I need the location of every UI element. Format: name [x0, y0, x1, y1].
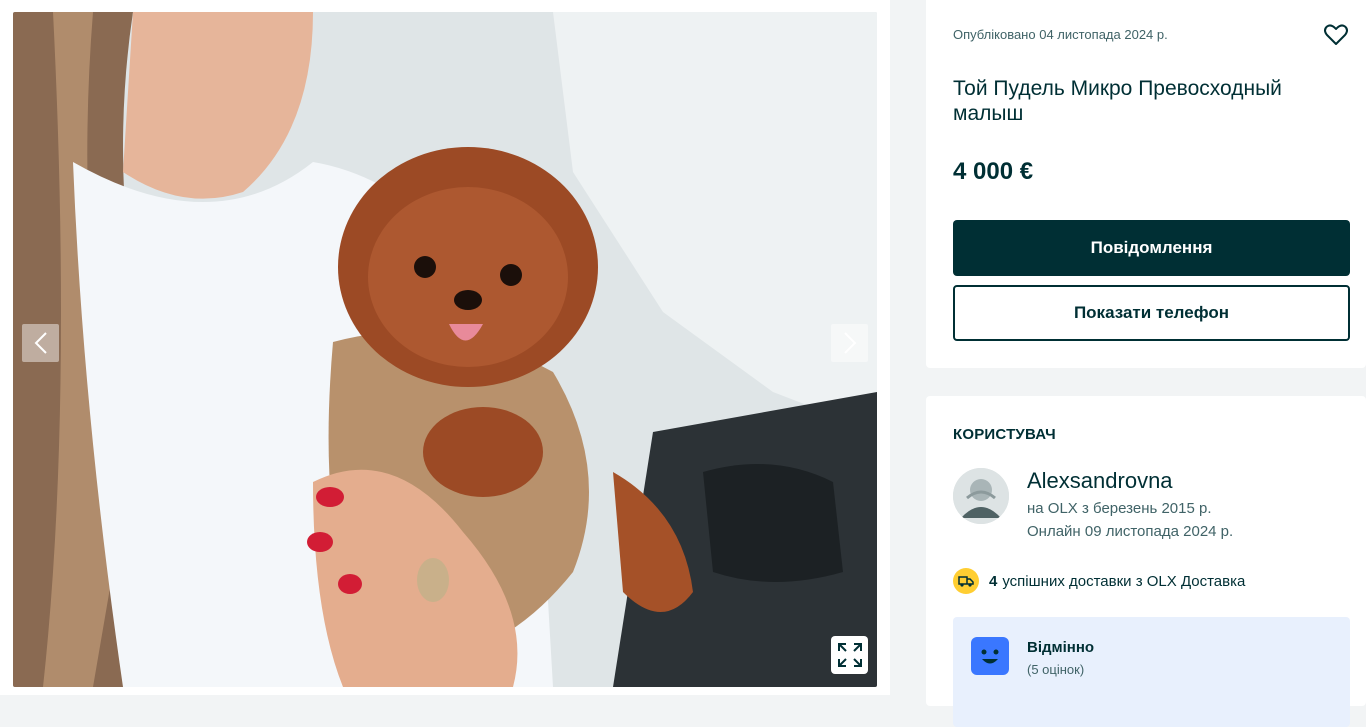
listing-photo[interactable]	[13, 12, 877, 687]
user-card: КОРИСТУВАЧ Alexsandrovna на OLX з березе…	[926, 396, 1366, 727]
delivery-text: успішних доставки з OLX Доставка	[1002, 572, 1246, 590]
chevron-left-icon	[34, 332, 47, 354]
next-photo-button[interactable]	[831, 324, 868, 362]
user-member-since: на OLX з березень 2015 р.	[1027, 500, 1212, 517]
listing-price: 4 000 €	[953, 158, 1034, 185]
avatar[interactable]	[953, 468, 1009, 524]
rating-box: Відмінно (5 оцінок)	[953, 617, 1350, 727]
fullscreen-button[interactable]	[831, 636, 868, 674]
user-heading: КОРИСТУВАЧ	[953, 426, 1056, 443]
user-last-online: Онлайн 09 листопада 2024 р.	[1027, 523, 1234, 540]
expand-icon	[837, 643, 862, 667]
heart-icon	[1324, 24, 1348, 45]
chevron-right-icon	[843, 332, 856, 354]
delivery-stats: 4 успішних доставки з OLX Доставка	[953, 568, 1245, 594]
puppy-photo-illustration	[13, 12, 877, 687]
rating-title: Відмінно	[1027, 639, 1095, 656]
favorite-button[interactable]	[1323, 22, 1349, 48]
photo-gallery	[0, 0, 890, 695]
user-avatar-icon	[953, 468, 1009, 524]
message-button[interactable]: Повідомлення	[953, 220, 1350, 276]
rating-count: (5 оцінок)	[1027, 662, 1085, 677]
posted-date: Опубліковано 04 листопада 2024 р.	[953, 27, 1168, 42]
delivery-count: 4	[989, 572, 998, 590]
sidebar: Опубліковано 04 листопада 2024 р. Той Пу…	[907, 0, 1366, 727]
show-phone-button[interactable]: Показати телефон	[953, 285, 1350, 341]
listing-title: Той Пудель Микро Превосходный малыш	[953, 77, 1282, 125]
previous-photo-button[interactable]	[22, 324, 59, 362]
offer-card: Опубліковано 04 листопада 2024 р. Той Пу…	[926, 0, 1366, 368]
user-name[interactable]: Alexsandrovna	[1027, 468, 1173, 494]
delivery-truck-icon	[953, 568, 979, 594]
smiley-icon	[971, 637, 1009, 675]
